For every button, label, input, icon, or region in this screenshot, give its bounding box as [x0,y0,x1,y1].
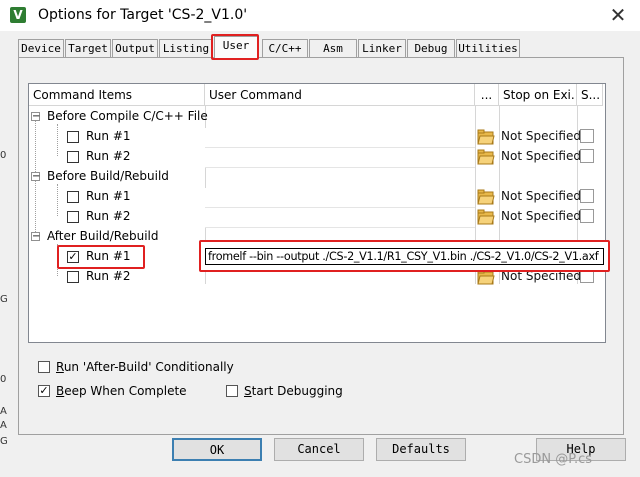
tab-target[interactable]: Target [65,39,111,58]
stop-on-exit-value[interactable]: Not Specified [501,129,581,143]
stop-on-exit-value[interactable]: Not Specified [501,149,581,163]
title-bar: V Options for Target 'CS-2_V1.0' ✕ [0,0,640,31]
cancel-button[interactable]: Cancel [274,438,364,461]
s-checkbox[interactable] [580,129,594,143]
folder-open-icon[interactable] [477,189,495,205]
background-fragment: A [0,406,7,417]
background-fragment: 0 [0,150,7,161]
window-title: Options for Target 'CS-2_V1.0' [38,7,248,23]
tree-connector [57,124,58,156]
header-user-command[interactable]: User Command [205,84,475,106]
stop-on-exit-value[interactable]: Not Specified [501,189,581,203]
ok-button[interactable]: OK [172,438,262,461]
tab-device[interactable]: Device [18,39,64,58]
tab-listing[interactable]: Listing [159,39,213,58]
folder-open-icon[interactable] [477,149,495,165]
run-label: Run #1 [86,129,131,143]
tab-utilities[interactable]: Utilities [456,39,520,58]
run-checkbox[interactable] [67,211,79,223]
collapse-toggle[interactable]: − [31,232,40,242]
start-debugging-checkbox[interactable] [226,385,238,397]
user-tab-highlight [211,34,259,60]
s-checkbox[interactable] [580,209,594,223]
header-command-items[interactable]: Command Items [29,84,205,106]
background-fragment: G [0,294,8,305]
run-after-build-checkbox[interactable] [38,361,50,373]
user-command-cell[interactable] [205,128,475,148]
stop-on-exit-value[interactable]: Not Specified [501,209,581,223]
tab-output[interactable]: Output [112,39,158,58]
group-after-build: After Build/Rebuild [47,229,159,243]
watermark: CSDN @P.cs [514,452,593,467]
run-checkbox[interactable] [67,271,79,283]
folder-open-icon[interactable] [477,209,495,225]
s-checkbox[interactable] [580,189,594,203]
header-browse[interactable]: ... [475,84,499,106]
collapse-toggle[interactable]: − [31,172,40,182]
header-stop-on-exit[interactable]: Stop on Exi... [499,84,577,106]
tab-c-cpp[interactable]: C/C++ [262,39,308,58]
run-label: Run #2 [86,269,131,283]
command-editor-highlight: fromelf --bin --output ./CS-2_V1.1/R1_CS… [199,240,610,272]
run-checkbox[interactable] [67,191,79,203]
user-command-cell[interactable] [205,188,475,208]
defaults-button[interactable]: Defaults [376,438,466,461]
background-fragment: A [0,420,7,431]
tree-connector [57,184,58,216]
user-commands-grid: Command Items User Command ... Stop on E… [28,83,606,343]
collapse-toggle[interactable]: − [31,112,40,122]
background-fragment: 0 [0,374,7,385]
group-before-compile: Before Compile C/C++ File [47,109,208,123]
background-fragment: G [0,436,8,447]
tab-debug[interactable]: Debug [407,39,455,58]
user-command-cell[interactable] [205,208,475,228]
run-label: Run #2 [86,149,131,163]
keil-app-icon: V [10,7,26,23]
beep-checkbox-checked[interactable]: ✓ [38,385,50,397]
run-label: Run #1 [86,189,131,203]
run-checkbox[interactable] [67,131,79,143]
start-debugging-label: Start Debugging [244,384,343,398]
user-command-cell[interactable] [205,148,475,168]
close-button[interactable]: ✕ [596,0,640,31]
header-s[interactable]: S... [577,84,603,106]
folder-open-icon[interactable] [477,129,495,145]
tab-linker[interactable]: Linker [358,39,406,58]
beep-label: Beep When Complete [56,384,187,398]
run1-highlight [57,245,145,269]
run-label: Run #2 [86,209,131,223]
group-before-build: Before Build/Rebuild [47,169,169,183]
run-checkbox[interactable] [67,151,79,163]
s-checkbox[interactable] [580,149,594,163]
options-dialog: V Options for Target 'CS-2_V1.0' ✕ 0 G 0… [0,0,640,477]
run-after-build-label: Run 'After-Build' Conditionally [56,360,234,374]
user-command-input[interactable]: fromelf --bin --output ./CS-2_V1.1/R1_CS… [205,248,604,265]
tab-asm[interactable]: Asm [309,39,357,58]
